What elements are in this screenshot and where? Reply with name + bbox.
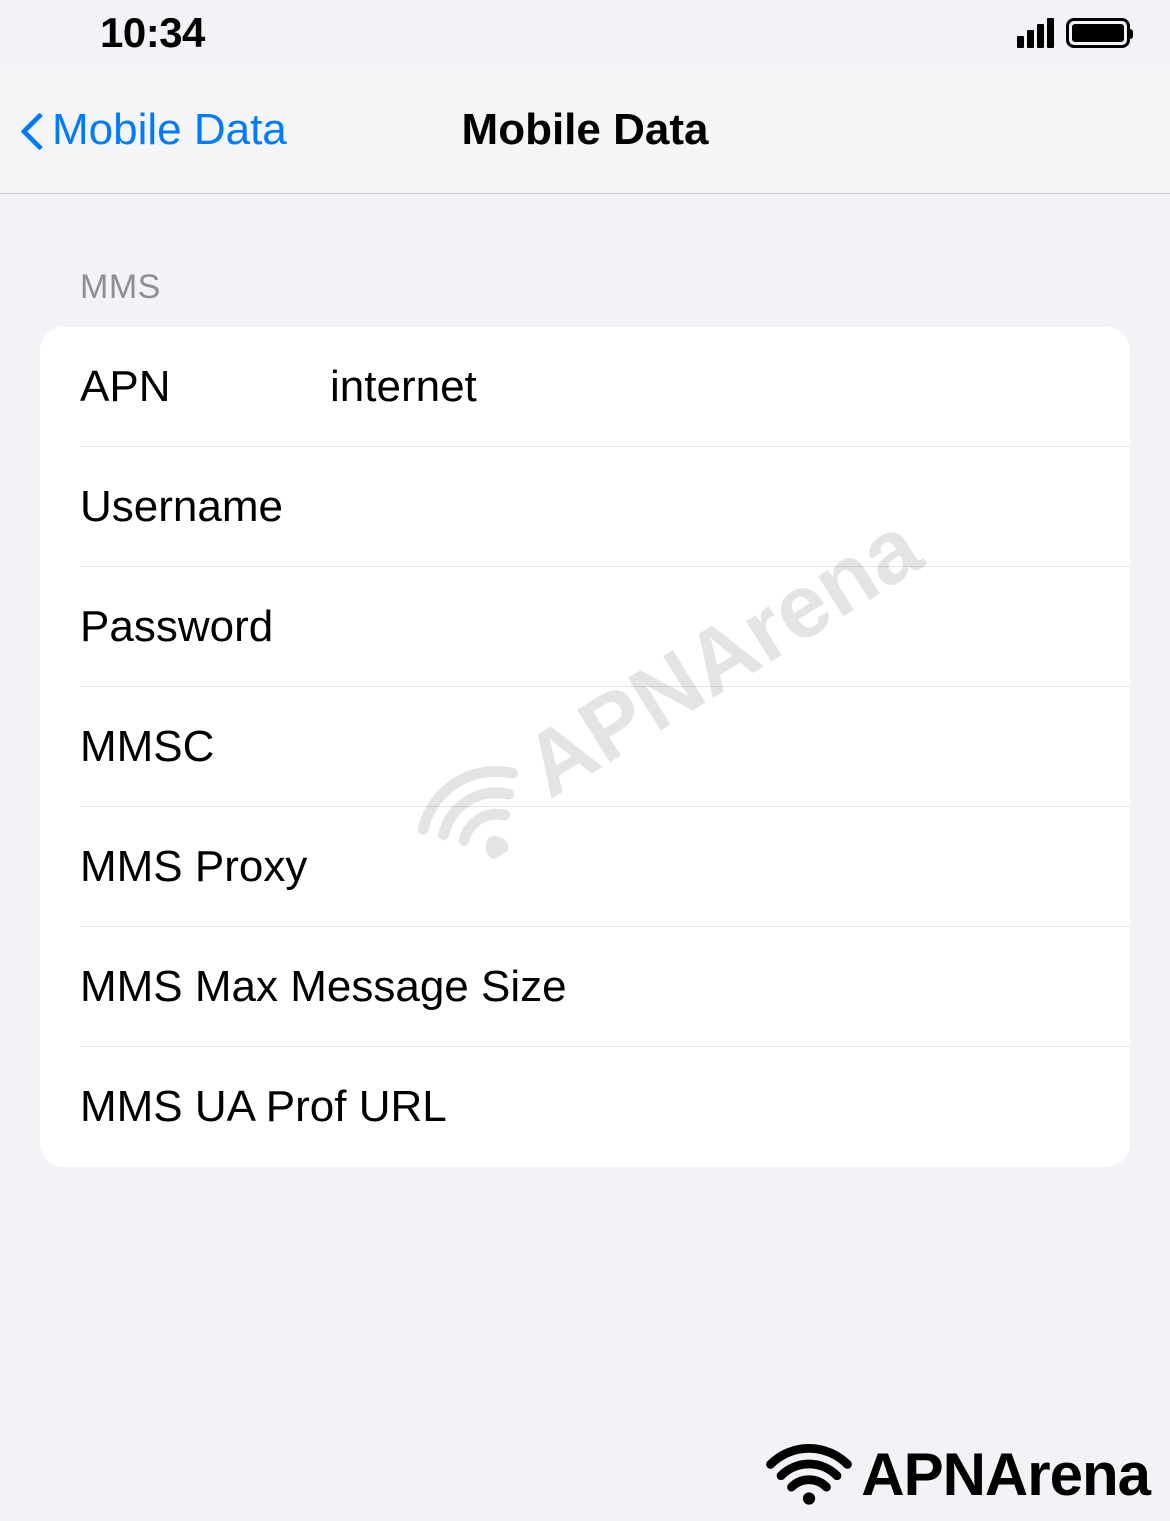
username-row[interactable]: Username [40, 447, 1130, 567]
password-input[interactable] [330, 602, 1090, 652]
back-button[interactable]: Mobile Data [0, 105, 287, 155]
mmsc-input[interactable] [330, 722, 1090, 772]
watermark-text: APNArena [861, 1440, 1150, 1509]
back-label: Mobile Data [52, 105, 287, 155]
mmsc-row[interactable]: MMSC [40, 687, 1130, 807]
chevron-left-icon [20, 110, 44, 150]
status-bar: 10:34 [0, 0, 1170, 66]
watermark-bottom: APNArena [765, 1439, 1150, 1509]
mms-proxy-label: MMS Proxy [80, 842, 307, 892]
apn-label: APN [80, 362, 330, 412]
mms-settings-group: APN Username Password MMSC MMS Proxy MMS… [40, 327, 1130, 1167]
status-time: 10:34 [100, 9, 205, 57]
navigation-bar: Mobile Data Mobile Data [0, 66, 1170, 194]
section-header-mms: MMS [0, 268, 1170, 307]
apn-row[interactable]: APN [40, 327, 1130, 447]
password-label: Password [80, 602, 330, 652]
apn-input[interactable] [330, 362, 1090, 412]
battery-icon [1066, 18, 1130, 48]
password-row[interactable]: Password [40, 567, 1130, 687]
mms-max-size-input[interactable] [567, 962, 1130, 1012]
content: MMS APN Username Password MMSC MMS Proxy… [0, 194, 1170, 1167]
status-indicators [1017, 18, 1130, 48]
username-input[interactable] [330, 482, 1090, 532]
page-title: Mobile Data [462, 105, 709, 155]
mms-ua-prof-url-input[interactable] [447, 1082, 1090, 1132]
mms-ua-prof-url-label: MMS UA Prof URL [80, 1082, 447, 1132]
wifi-icon [765, 1439, 853, 1509]
mms-max-size-row[interactable]: MMS Max Message Size [40, 927, 1130, 1047]
cellular-signal-icon [1017, 18, 1054, 48]
mms-proxy-input[interactable] [307, 842, 1090, 892]
mms-ua-prof-url-row[interactable]: MMS UA Prof URL [40, 1047, 1130, 1167]
mms-max-size-label: MMS Max Message Size [80, 962, 567, 1012]
mms-proxy-row[interactable]: MMS Proxy [40, 807, 1130, 927]
username-label: Username [80, 482, 330, 532]
mmsc-label: MMSC [80, 722, 330, 772]
